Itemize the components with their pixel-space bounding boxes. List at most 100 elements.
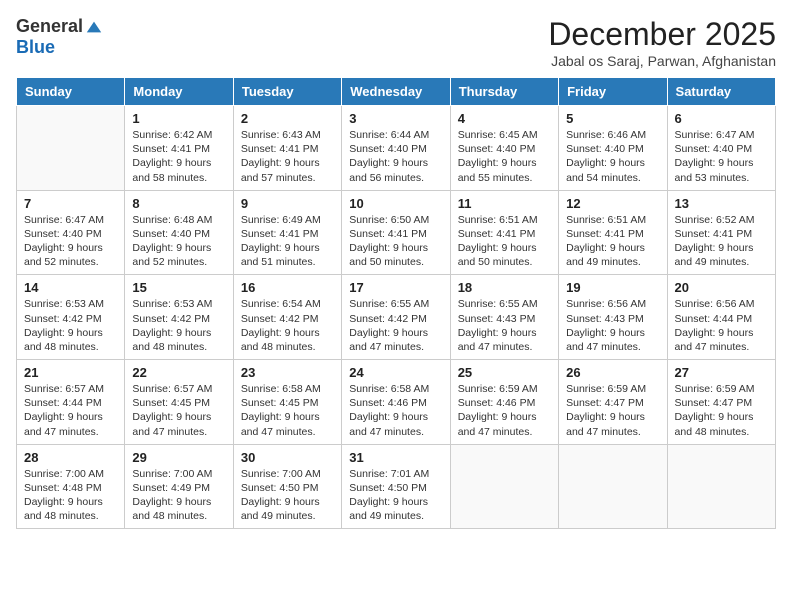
calendar-cell: 9 Sunrise: 6:49 AMSunset: 4:41 PMDaylight… [233, 190, 341, 275]
day-info: Sunrise: 6:51 AMSunset: 4:41 PMDaylight:… [566, 213, 659, 270]
day-info: Sunrise: 6:50 AMSunset: 4:41 PMDaylight:… [349, 213, 442, 270]
day-info: Sunrise: 7:01 AMSunset: 4:50 PMDaylight:… [349, 467, 442, 524]
logo: General Blue [16, 16, 103, 58]
day-info: Sunrise: 6:55 AMSunset: 4:43 PMDaylight:… [458, 297, 551, 354]
day-info: Sunrise: 6:59 AMSunset: 4:47 PMDaylight:… [566, 382, 659, 439]
day-info: Sunrise: 6:54 AMSunset: 4:42 PMDaylight:… [241, 297, 334, 354]
day-number: 9 [241, 196, 334, 211]
calendar-cell: 16 Sunrise: 6:54 AMSunset: 4:42 PMDayligh… [233, 275, 341, 360]
logo-icon [85, 18, 103, 36]
calendar-cell: 29Sunrise: 7:00 AMSunset: 4:49 PMDayligh… [125, 444, 233, 529]
calendar-cell: 18Sunrise: 6:55 AMSunset: 4:43 PMDayligh… [450, 275, 558, 360]
day-number: 3 [349, 111, 442, 126]
calendar-cell: 5 Sunrise: 6:46 AMSunset: 4:40 PMDaylight… [559, 106, 667, 191]
day-number: 28 [24, 450, 117, 465]
day-info: Sunrise: 6:55 AMSunset: 4:42 PMDaylight:… [349, 297, 442, 354]
day-header-tuesday: Tuesday [233, 78, 341, 106]
day-info: Sunrise: 6:53 AMSunset: 4:42 PMDaylight:… [24, 297, 117, 354]
calendar-cell [17, 106, 125, 191]
calendar-week-row: 14 Sunrise: 6:53 AMSunset: 4:42 PMDayligh… [17, 275, 776, 360]
day-number: 13 [675, 196, 768, 211]
day-info: Sunrise: 6:47 AMSunset: 4:40 PMDaylight:… [675, 128, 768, 185]
day-number: 21 [24, 365, 117, 380]
logo-general-text: General [16, 16, 83, 37]
day-number: 24 [349, 365, 442, 380]
calendar-cell: 31 Sunrise: 7:01 AMSunset: 4:50 PMDayligh… [342, 444, 450, 529]
calendar-cell: 2 Sunrise: 6:43 AMSunset: 4:41 PMDaylight… [233, 106, 341, 191]
day-info: Sunrise: 6:57 AMSunset: 4:45 PMDaylight:… [132, 382, 225, 439]
day-info: Sunrise: 6:59 AMSunset: 4:47 PMDaylight:… [675, 382, 768, 439]
day-info: Sunrise: 7:00 AMSunset: 4:48 PMDaylight:… [24, 467, 117, 524]
day-number: 27 [675, 365, 768, 380]
title-section: December 2025 Jabal os Saraj, Parwan, Af… [548, 16, 776, 69]
page-header: General Blue December 2025 Jabal os Sara… [16, 16, 776, 69]
day-info: Sunrise: 6:59 AMSunset: 4:46 PMDaylight:… [458, 382, 551, 439]
calendar-cell: 22 Sunrise: 6:57 AMSunset: 4:45 PMDayligh… [125, 360, 233, 445]
day-info: Sunrise: 6:52 AMSunset: 4:41 PMDaylight:… [675, 213, 768, 270]
day-info: Sunrise: 6:56 AMSunset: 4:43 PMDaylight:… [566, 297, 659, 354]
day-number: 14 [24, 280, 117, 295]
day-number: 20 [675, 280, 768, 295]
day-number: 22 [132, 365, 225, 380]
calendar-cell: 1Sunrise: 6:42 AMSunset: 4:41 PMDaylight… [125, 106, 233, 191]
day-number: 12 [566, 196, 659, 211]
calendar-cell: 7Sunrise: 6:47 AMSunset: 4:40 PMDaylight… [17, 190, 125, 275]
day-number: 30 [241, 450, 334, 465]
day-info: Sunrise: 6:57 AMSunset: 4:44 PMDaylight:… [24, 382, 117, 439]
day-number: 7 [24, 196, 117, 211]
calendar-cell: 13 Sunrise: 6:52 AMSunset: 4:41 PMDayligh… [667, 190, 775, 275]
calendar-cell: 27 Sunrise: 6:59 AMSunset: 4:47 PMDayligh… [667, 360, 775, 445]
calendar-cell: 6 Sunrise: 6:47 AMSunset: 4:40 PMDaylight… [667, 106, 775, 191]
day-info: Sunrise: 6:56 AMSunset: 4:44 PMDaylight:… [675, 297, 768, 354]
day-number: 23 [241, 365, 334, 380]
day-info: Sunrise: 6:51 AMSunset: 4:41 PMDaylight:… [458, 213, 551, 270]
calendar-cell: 26 Sunrise: 6:59 AMSunset: 4:47 PMDayligh… [559, 360, 667, 445]
day-number: 16 [241, 280, 334, 295]
day-header-wednesday: Wednesday [342, 78, 450, 106]
location-text: Jabal os Saraj, Parwan, Afghanistan [548, 53, 776, 69]
calendar-cell: 20 Sunrise: 6:56 AMSunset: 4:44 PMDayligh… [667, 275, 775, 360]
day-number: 26 [566, 365, 659, 380]
calendar-cell: 17Sunrise: 6:55 AMSunset: 4:42 PMDayligh… [342, 275, 450, 360]
logo-blue-text: Blue [16, 37, 55, 58]
day-header-thursday: Thursday [450, 78, 558, 106]
day-header-monday: Monday [125, 78, 233, 106]
day-number: 29 [132, 450, 225, 465]
calendar-week-row: 21 Sunrise: 6:57 AMSunset: 4:44 PMDayligh… [17, 360, 776, 445]
day-number: 25 [458, 365, 551, 380]
calendar-table: SundayMondayTuesdayWednesdayThursdayFrid… [16, 77, 776, 529]
calendar-cell: 14 Sunrise: 6:53 AMSunset: 4:42 PMDayligh… [17, 275, 125, 360]
calendar-cell: 23 Sunrise: 6:58 AMSunset: 4:45 PMDayligh… [233, 360, 341, 445]
day-number: 31 [349, 450, 442, 465]
calendar-cell: 15Sunrise: 6:53 AMSunset: 4:42 PMDayligh… [125, 275, 233, 360]
month-title: December 2025 [548, 16, 776, 53]
day-info: Sunrise: 6:45 AMSunset: 4:40 PMDaylight:… [458, 128, 551, 185]
day-number: 2 [241, 111, 334, 126]
day-info: Sunrise: 7:00 AMSunset: 4:50 PMDaylight:… [241, 467, 334, 524]
calendar-cell [667, 444, 775, 529]
calendar-cell: 10 Sunrise: 6:50 AMSunset: 4:41 PMDayligh… [342, 190, 450, 275]
calendar-cell: 4Sunrise: 6:45 AMSunset: 4:40 PMDaylight… [450, 106, 558, 191]
calendar-cell [450, 444, 558, 529]
calendar-header-row: SundayMondayTuesdayWednesdayThursdayFrid… [17, 78, 776, 106]
day-number: 10 [349, 196, 442, 211]
day-info: Sunrise: 6:46 AMSunset: 4:40 PMDaylight:… [566, 128, 659, 185]
day-number: 6 [675, 111, 768, 126]
calendar-cell [559, 444, 667, 529]
calendar-week-row: 28 Sunrise: 7:00 AMSunset: 4:48 PMDayligh… [17, 444, 776, 529]
day-header-sunday: Sunday [17, 78, 125, 106]
day-info: Sunrise: 6:43 AMSunset: 4:41 PMDaylight:… [241, 128, 334, 185]
day-header-friday: Friday [559, 78, 667, 106]
calendar-week-row: 7Sunrise: 6:47 AMSunset: 4:40 PMDaylight… [17, 190, 776, 275]
calendar-cell: 11 Sunrise: 6:51 AMSunset: 4:41 PMDayligh… [450, 190, 558, 275]
calendar-cell: 24Sunrise: 6:58 AMSunset: 4:46 PMDayligh… [342, 360, 450, 445]
day-number: 11 [458, 196, 551, 211]
day-info: Sunrise: 6:44 AMSunset: 4:40 PMDaylight:… [349, 128, 442, 185]
day-number: 5 [566, 111, 659, 126]
calendar-week-row: 1Sunrise: 6:42 AMSunset: 4:41 PMDaylight… [17, 106, 776, 191]
calendar-cell: 21 Sunrise: 6:57 AMSunset: 4:44 PMDayligh… [17, 360, 125, 445]
day-info: Sunrise: 6:49 AMSunset: 4:41 PMDaylight:… [241, 213, 334, 270]
day-info: Sunrise: 6:58 AMSunset: 4:45 PMDaylight:… [241, 382, 334, 439]
day-number: 1 [132, 111, 225, 126]
day-header-saturday: Saturday [667, 78, 775, 106]
